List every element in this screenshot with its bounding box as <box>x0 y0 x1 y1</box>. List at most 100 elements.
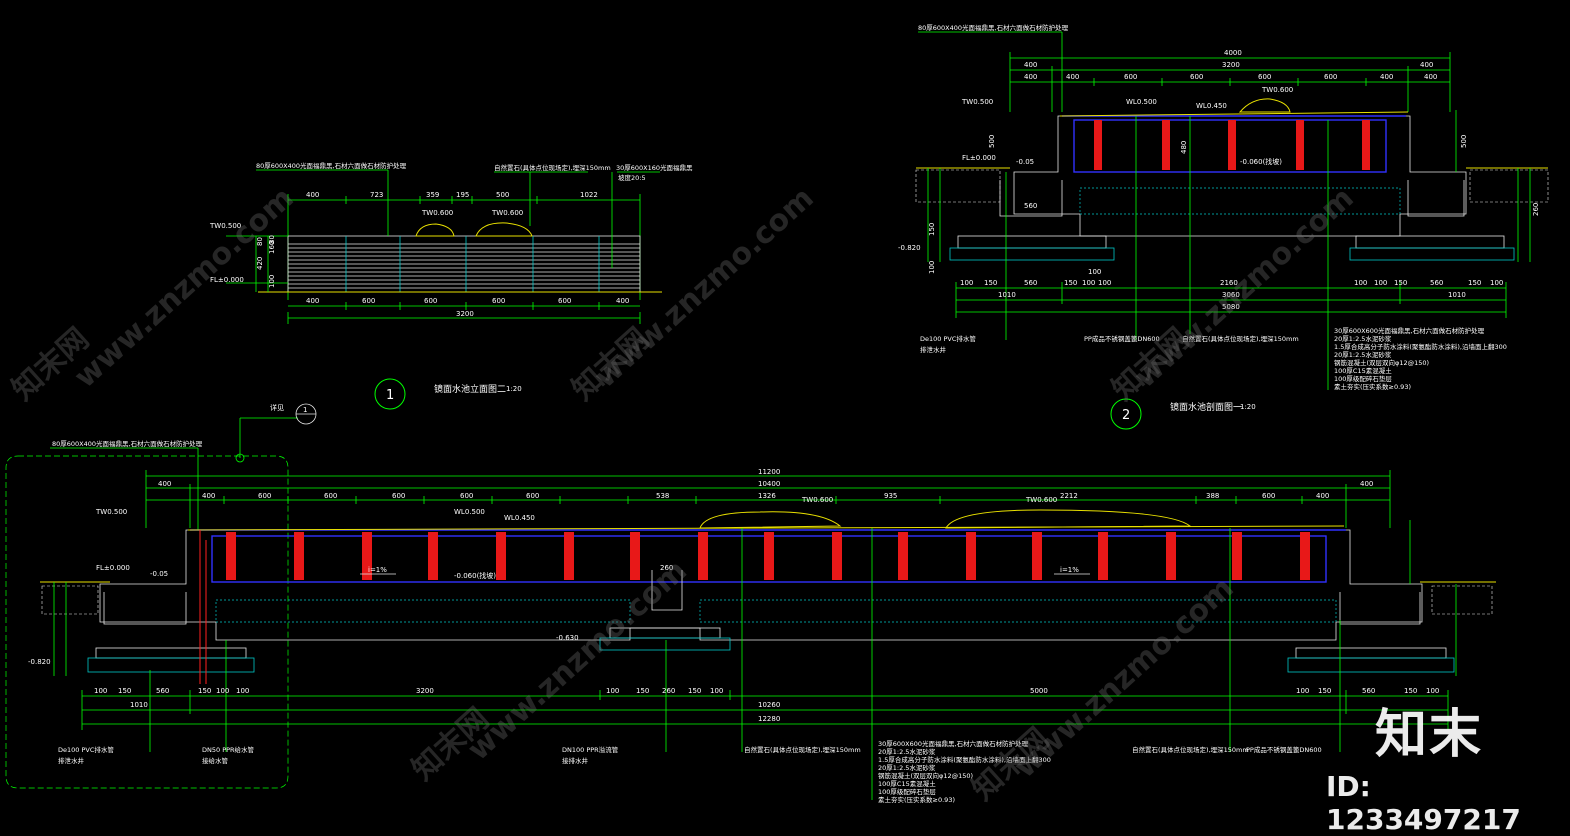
s2-number: 2 <box>1122 408 1130 423</box>
s2-bot-1: 100 <box>960 279 973 287</box>
s2-dim-row2-3: 400 <box>1420 61 1433 69</box>
s3-bot-8: 100 <box>606 687 619 695</box>
s2-side-100b: 100 <box>1088 268 1101 276</box>
s3-top-1: 400 <box>158 480 171 488</box>
s3-layer-8: 素土夯实(压实系数≥0.93) <box>878 795 955 804</box>
s2-side-150: 150 <box>928 223 936 236</box>
s3-callout-4: 接给水管 <box>202 756 229 765</box>
s3-bot-12: 100 <box>710 687 723 695</box>
s2-dim-row3-3: 600 <box>1124 73 1137 81</box>
s3-total2: 10400 <box>758 480 780 488</box>
s2-dim-row3-2: 400 <box>1066 73 1079 81</box>
watermark-url-4: www.znzmo.com <box>461 553 694 768</box>
s3-bot-1: 100 <box>94 687 107 695</box>
s3-callout-9: PP成品不锈钢盖篦DN600 <box>1246 745 1322 754</box>
s1-side-4: 100 <box>268 275 276 288</box>
s3-callout-3: DN50 PPR给水管 <box>202 745 255 754</box>
s3-layer-5: 钢筋混凝土(双层双向φ12@150) <box>878 771 973 780</box>
s2-dim-row3-4: 600 <box>1190 73 1203 81</box>
s1-dim-top-6: 1022 <box>580 191 598 199</box>
s3-label-slope-left: i=1% <box>368 566 387 574</box>
s2-callout-1: De100 PVC排水管 <box>920 334 976 343</box>
s3-total-2: 10260 <box>758 701 780 709</box>
s2-label-slope: -0.060(找坡) <box>1240 157 1282 166</box>
s2-side-480: 480 <box>1180 141 1188 154</box>
s2-total-1: 1010 <box>998 291 1016 299</box>
s3-bot-14: 100 <box>1296 687 1309 695</box>
s3-bot-9: 150 <box>636 687 649 695</box>
s1-side-2: 420 <box>256 257 264 270</box>
s3-label-wl1: WL0.500 <box>454 508 485 516</box>
s1-dim-top-4: 195 <box>456 191 469 199</box>
s3-bot-15: 150 <box>1318 687 1331 695</box>
s3-total-3: 12280 <box>758 715 780 723</box>
s2-bot-3: 560 <box>1024 279 1037 287</box>
s2-dim-row3-8: 400 <box>1424 73 1437 81</box>
s1-dim-top-1: 400 <box>306 191 319 199</box>
s2-layer-5: 钢筋混凝土(双层双向φ12@150) <box>1334 358 1429 367</box>
s2-bot-2: 150 <box>984 279 997 287</box>
section-3-posts <box>226 532 1310 580</box>
s3-total: 11200 <box>758 468 780 476</box>
s2-dim-row2-2: 3200 <box>1222 61 1240 69</box>
s1-side-5: 80 <box>268 235 276 244</box>
s3-top-6: 600 <box>460 492 473 500</box>
s2-layer-4: 20厚1:2.5水泥砂浆 <box>1334 350 1392 359</box>
boulder-1 <box>415 223 455 237</box>
s3-label-0820: -0.820 <box>28 658 51 666</box>
s2-bot-13: 100 <box>1490 279 1503 287</box>
s1-dim-bot-4: 600 <box>492 297 505 305</box>
s2-dim-row1: 4000 <box>1224 49 1242 57</box>
s3-bot-13: 5000 <box>1030 687 1048 695</box>
boulder-5 <box>945 509 1192 529</box>
s3-bot-4: 150 <box>198 687 211 695</box>
s3-callout-5: DN100 PPR溢流管 <box>562 745 619 754</box>
s3-label-tw600a: TW0.600 <box>801 496 833 504</box>
s3-bot-16: 560 <box>1362 687 1375 695</box>
s1-mark-1: TW0.600 <box>421 209 453 217</box>
s3-bot-11: 150 <box>688 687 701 695</box>
s3-top-2: 400 <box>202 492 215 500</box>
s1-number: 1 <box>386 388 394 403</box>
s2-top-note: 80厚600X400光面福鼎黑,石材六面做石材防护处理 <box>918 23 1069 32</box>
s3-layer-6: 100厚C15素混凝土 <box>878 779 936 788</box>
s3-label-005: -0.05 <box>150 570 168 578</box>
s3-top-11: 2212 <box>1060 492 1078 500</box>
s2-layer-8: 素土夯实(压实系数≥0.93) <box>1334 382 1411 391</box>
s3-label-slope: -0.060(找坡) <box>454 571 496 580</box>
s2-scale: 1:20 <box>1240 403 1256 411</box>
s3-callout-7: 自然置石(具体点位现场定),埋深150mm <box>744 745 861 754</box>
section-3-long-section <box>5 403 1496 800</box>
s3-top-9: 1326 <box>758 492 776 500</box>
s3-callout-mark: 详见 <box>270 403 284 412</box>
s1-dim-total: 3200 <box>456 310 474 318</box>
s2-label-wl2: WL0.450 <box>1196 102 1227 110</box>
s2-dim-row3-5: 600 <box>1258 73 1271 81</box>
s2-label-0820: -0.820 <box>898 244 921 252</box>
s3-top-12: 388 <box>1206 492 1219 500</box>
s2-side-100: 100 <box>928 261 936 274</box>
s2-layer-3: 1.5厚合成高分子防水涂料(聚氨酯防水涂料),沿墙面上翻300 <box>1334 342 1507 351</box>
s1-dim-bot-3: 600 <box>424 297 437 305</box>
s3-top-7: 600 <box>526 492 539 500</box>
s3-bot-7: 3200 <box>416 687 434 695</box>
s3-layer-2: 20厚1:2.5水泥砂浆 <box>878 747 936 756</box>
s1-dim-bot-2: 600 <box>362 297 375 305</box>
s3-top-13: 600 <box>1262 492 1275 500</box>
s2-bot-10: 150 <box>1394 279 1407 287</box>
s1-dim-top-5: 500 <box>496 191 509 199</box>
boulder-2 <box>475 222 533 237</box>
s1-scale: 1:20 <box>506 385 522 393</box>
s3-top-note: 80厚600X400光面福鼎黑,石材六面做石材防护处理 <box>52 439 203 448</box>
s1-note-1: 80厚600X400光面福鼎黑,石材六面做石材防护处理 <box>256 161 407 170</box>
s2-label-fl: FL±0.000 <box>962 154 996 162</box>
s2-dim-row3-7: 400 <box>1380 73 1393 81</box>
s2-callout-2: 排泄水井 <box>920 345 947 354</box>
s3-top-4: 600 <box>324 492 337 500</box>
s3-top-14: 400 <box>1316 492 1329 500</box>
s3-layer-4: 20厚1:2.5水泥砂浆 <box>878 763 936 772</box>
s2-layer-7: 100厚级配碎石垫层 <box>1334 374 1392 383</box>
s3-top-15: 400 <box>1360 480 1373 488</box>
s2-layer-2: 20厚1:2.5水泥砂浆 <box>1334 334 1392 343</box>
s3-label-tw600b: TW0.600 <box>1025 496 1057 504</box>
